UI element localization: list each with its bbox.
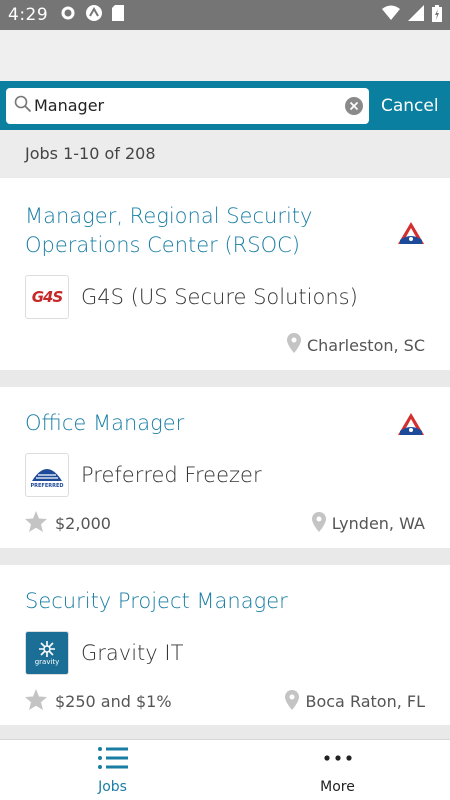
- more-dots-icon: [322, 746, 354, 774]
- job-location-text: Lynden, WA: [331, 514, 425, 533]
- job-title-line: Office Manager: [25, 411, 185, 435]
- search-box[interactable]: [6, 87, 369, 124]
- job-meta-row: $2,000 Lynden, WA: [25, 511, 425, 536]
- company-name: G4S (US Secure Solutions): [81, 285, 358, 309]
- job-card[interactable]: Security Project Manager gravity Gravity…: [0, 565, 450, 725]
- cancel-button[interactable]: Cancel: [381, 96, 439, 116]
- search-bar: Cancel: [0, 81, 450, 130]
- nav-jobs-tab[interactable]: Jobs: [0, 740, 225, 800]
- location-pin-icon: [311, 511, 326, 536]
- job-title[interactable]: Security Project Manager: [25, 587, 390, 616]
- bottom-nav: Jobs More: [0, 739, 450, 800]
- app-notification-icon: [85, 4, 103, 26]
- company-logo-text: PREFERRED: [30, 483, 64, 489]
- job-salary-text: $250 and $1%: [55, 692, 172, 711]
- company-logo-text: gravity: [34, 658, 60, 666]
- job-source-badge-icon: [396, 220, 426, 248]
- star-icon: [25, 689, 47, 714]
- job-salary-text: $2,000: [55, 514, 111, 533]
- sd-card-icon: [112, 5, 125, 25]
- company-row: PREFERRED Preferred Freezer: [25, 453, 262, 497]
- company-logo: PREFERRED: [25, 453, 69, 497]
- clear-search-button[interactable]: [345, 96, 363, 115]
- job-meta-row: Charleston, SC: [25, 333, 425, 357]
- company-name: Preferred Freezer: [81, 463, 262, 487]
- job-title[interactable]: Manager, Regional Security Operations Ce…: [25, 202, 390, 260]
- job-title-line: Security Project Manager: [25, 589, 288, 613]
- status-bar: 4:29: [0, 0, 450, 30]
- signal-icon: [408, 5, 424, 25]
- company-logo-graphic: [39, 641, 55, 657]
- job-location-text: Charleston, SC: [306, 335, 425, 355]
- location-pin-icon: [285, 689, 300, 714]
- app-toolbar: [0, 30, 450, 81]
- job-title-line: Manager, Regional Security: [25, 204, 313, 228]
- company-name: Gravity IT: [81, 641, 184, 665]
- job-card[interactable]: Office Manager PREFERRED Preferred Freez…: [0, 387, 450, 548]
- job-salary: $250 and $1%: [25, 689, 172, 714]
- job-salary: $2,000: [25, 511, 111, 536]
- job-location: Charleston, SC: [281, 333, 425, 357]
- location-pin-icon: [286, 333, 301, 357]
- results-count-bar: Jobs 1-10 of 208: [0, 130, 450, 177]
- nav-jobs-label: Jobs: [98, 778, 127, 795]
- company-logo-graphic: [32, 469, 62, 481]
- nav-more-tab[interactable]: More: [225, 740, 450, 800]
- company-logo-text: G4S: [31, 288, 64, 306]
- wifi-icon: [382, 5, 400, 25]
- job-location-text: Boca Raton, FL: [305, 692, 425, 711]
- job-title-line: Operations Center (RSOC): [25, 233, 300, 257]
- job-location: Lynden, WA: [306, 511, 425, 536]
- company-row: gravity Gravity IT: [25, 631, 183, 675]
- settings-icon: [60, 5, 76, 25]
- job-card[interactable]: Manager, Regional Security Operations Ce…: [0, 178, 450, 370]
- nav-more-label: More: [320, 778, 355, 795]
- job-title[interactable]: Office Manager: [25, 409, 390, 438]
- company-row: G4S G4S (US Secure Solutions): [25, 275, 358, 319]
- job-location: Boca Raton, FL: [279, 689, 425, 714]
- star-icon: [25, 511, 47, 536]
- company-logo: gravity: [25, 631, 69, 675]
- job-meta-row: $250 and $1% Boca Raton, FL: [25, 689, 425, 714]
- job-source-badge-icon: [396, 411, 426, 439]
- company-logo: G4S: [25, 275, 69, 319]
- results-count: Jobs 1-10 of 208: [25, 144, 156, 163]
- battery-icon: [432, 4, 442, 26]
- search-input[interactable]: [34, 96, 345, 115]
- search-icon: [14, 95, 32, 117]
- status-time: 4:29: [8, 5, 49, 25]
- list-icon: [97, 746, 129, 774]
